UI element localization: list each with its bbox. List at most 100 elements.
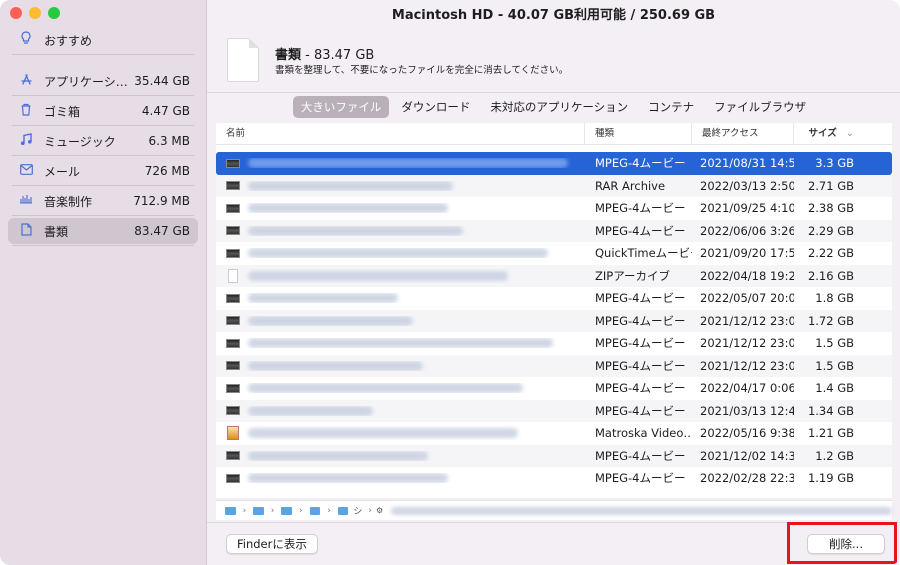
table-row[interactable]: MPEG-4ムービー 2021/12/02 14:34 1.2 GB: [216, 444, 892, 467]
sidebar-item-label: 書類: [44, 224, 69, 239]
file-size-cell: 1.4 GB: [815, 381, 854, 396]
table-row[interactable]: MPEG-4ムービー 2022/05/07 20:08 1.8 GB: [216, 287, 892, 310]
folder-icon[interactable]: [253, 506, 264, 515]
file-kind-cell: MPEG-4ムービー: [595, 381, 686, 396]
folder-icon[interactable]: [337, 506, 349, 515]
sidebar-list: おすすめ アプリケーシ… 35.44 GB ゴミ箱 4.47 GB ミュージック…: [8, 27, 198, 248]
file-date-cell: 2022/05/16 9:38: [700, 426, 794, 441]
column-header-name[interactable]: 名前: [216, 123, 585, 145]
category-header: 書類 - 83.47 GB 書類を整理して、不要になったファイルを完全に消去して…: [207, 30, 900, 92]
sidebar-item-label: アプリケーシ…: [44, 74, 128, 89]
file-kind-cell: Matroska Video…: [595, 426, 692, 441]
file-size-cell: 1.19 GB: [807, 471, 854, 486]
tab-containers[interactable]: コンテナ: [640, 96, 702, 118]
tab-file-browser[interactable]: ファイルブラウザ: [706, 96, 814, 118]
table-row[interactable]: MPEG-4ムービー 2022/02/28 22:36 1.19 GB: [216, 467, 892, 490]
sidebar-item-size: 83.47 GB: [134, 224, 190, 238]
file-name-cell: [216, 225, 585, 236]
show-in-finder-button[interactable]: Finderに表示: [226, 534, 318, 554]
folder-icon[interactable]: [225, 506, 236, 515]
file-name-redacted: [248, 338, 553, 349]
file-date-cell: 2021/09/20 17:59: [700, 246, 794, 261]
sidebar-item-music-production[interactable]: 音楽制作 712.9 MB: [8, 188, 198, 214]
file-date-cell: 2022/04/17 0:06: [700, 381, 794, 396]
file-name-cell: [216, 405, 585, 416]
sidebar-item-documents[interactable]: 書類 83.47 GB: [8, 218, 198, 244]
sidebar-item-mail[interactable]: メール 726 MB: [8, 158, 198, 184]
file-kind-cell: MPEG-4ムービー: [595, 313, 686, 328]
sidebar-item-recommended[interactable]: おすすめ: [8, 27, 198, 53]
file-name-redacted: [248, 203, 448, 214]
file-name-cell: [216, 360, 585, 371]
delete-button-highlight-box: [787, 522, 897, 564]
sidebar-divider: [12, 215, 194, 216]
sidebar-item-size: 712.9 MB: [133, 194, 190, 208]
table-row[interactable]: MPEG-4ムービー 2021/09/25 4:10 2.38 GB: [216, 197, 892, 220]
file-kind-cell: MPEG-4ムービー: [595, 201, 686, 216]
file-name-cell: [216, 203, 585, 214]
column-header-size-label: サイズ: [808, 127, 837, 139]
sidebar-item-music[interactable]: ミュージック 6.3 MB: [8, 128, 198, 154]
zoom-window-button[interactable]: [48, 7, 60, 19]
sidebar-item-size: 4.47 GB: [141, 104, 190, 118]
file-name-cell: [216, 473, 585, 484]
document-icon: [18, 222, 34, 240]
sidebar-item-applications[interactable]: アプリケーシ… 35.44 GB: [8, 68, 198, 94]
video-thumbnail-icon: [226, 473, 240, 483]
table-row[interactable]: RAR Archive 2022/03/13 2:50 2.71 GB: [216, 174, 892, 197]
video-thumbnail-icon: [226, 451, 240, 461]
folder-icon[interactable]: [309, 506, 321, 515]
file-kind-cell: MPEG-4ムービー: [595, 403, 686, 418]
header-divider: [207, 92, 900, 93]
sidebar-item-label: ゴミ箱: [44, 104, 81, 119]
lightbulb-icon: [18, 31, 34, 49]
column-header-kind[interactable]: 種類: [585, 123, 692, 145]
sidebar: おすすめ アプリケーシ… 35.44 GB ゴミ箱 4.47 GB ミュージック…: [0, 0, 207, 565]
table-header: 名前 種類 最終アクセス サイズ ⌄: [216, 123, 892, 145]
file-kind-cell: RAR Archive: [595, 178, 666, 193]
tab-unsupported-apps[interactable]: 未対応のアプリケーション: [482, 96, 636, 118]
path-segment[interactable]: シ: [353, 504, 362, 517]
table-row[interactable]: MPEG-4ムービー 2021/12/12 23:00 1.5 GB: [216, 354, 892, 377]
file-size-cell: 1.5 GB: [815, 358, 854, 373]
column-header-last-access[interactable]: 最終アクセス: [692, 123, 794, 145]
sidebar-item-trash[interactable]: ゴミ箱 4.47 GB: [8, 98, 198, 124]
traffic-lights: [10, 7, 60, 19]
table-row[interactable]: ZIPアーカイブ 2022/04/18 19:21 2.16 GB: [216, 264, 892, 287]
file-name-redacted: [248, 428, 518, 439]
folder-icon[interactable]: [281, 506, 292, 515]
file-icon: ⚙: [376, 506, 384, 515]
tab-bar: 大きいファイル ダウンロード 未対応のアプリケーション コンテナ ファイルブラウ…: [207, 96, 900, 118]
file-date-cell: 2021/12/12 23:01: [700, 336, 794, 351]
table-row[interactable]: MPEG-4ムービー 2021/12/12 23:03 1.72 GB: [216, 309, 892, 332]
sidebar-item-size: 726 MB: [144, 164, 190, 178]
file-name-redacted: [248, 225, 463, 236]
tab-downloads[interactable]: ダウンロード: [393, 96, 478, 118]
file-table: 名前 種類 最終アクセス サイズ ⌄ MPEG-4ムービー 2021/08/31 …: [216, 123, 892, 498]
column-header-size[interactable]: サイズ ⌄: [794, 123, 868, 145]
video-thumbnail-icon: [226, 293, 240, 303]
chevron-right-icon: ›: [242, 505, 247, 516]
close-window-button[interactable]: [10, 7, 22, 19]
video-thumbnail-icon: [226, 316, 240, 326]
tab-large-files[interactable]: 大きいファイル: [292, 96, 390, 118]
table-row[interactable]: MPEG-4ムービー 2022/06/06 3:26 2.29 GB: [216, 219, 892, 242]
file-name-redacted: [248, 248, 548, 259]
file-date-cell: 2022/06/06 3:26: [700, 223, 794, 238]
file-kind-cell: MPEG-4ムービー: [595, 336, 686, 351]
trash-icon: [18, 103, 34, 120]
chevron-right-icon: ›: [270, 505, 275, 516]
table-row[interactable]: QuickTimeムービー 2021/09/20 17:59 2.22 GB: [216, 242, 892, 265]
file-name-cell: [216, 158, 585, 169]
table-row[interactable]: MPEG-4ムービー 2021/08/31 14:50 3.3 GB: [216, 152, 892, 175]
file-size-cell: 3.3 GB: [815, 156, 854, 171]
file-size-cell: 2.29 GB: [807, 223, 854, 238]
main-panel: Macintosh HD - 40.07 GB利用可能 / 250.69 GB …: [207, 0, 900, 565]
table-row[interactable]: MPEG-4ムービー 2021/03/13 12:40 1.34 GB: [216, 399, 892, 422]
file-size-cell: 2.38 GB: [807, 201, 854, 216]
category-name: 書類: [275, 48, 302, 63]
table-row[interactable]: Matroska Video… 2022/05/16 9:38 1.21 GB: [216, 422, 892, 445]
minimize-window-button[interactable]: [29, 7, 41, 19]
table-row[interactable]: MPEG-4ムービー 2021/12/12 23:01 1.5 GB: [216, 332, 892, 355]
table-row[interactable]: MPEG-4ムービー 2022/04/17 0:06 1.4 GB: [216, 377, 892, 400]
